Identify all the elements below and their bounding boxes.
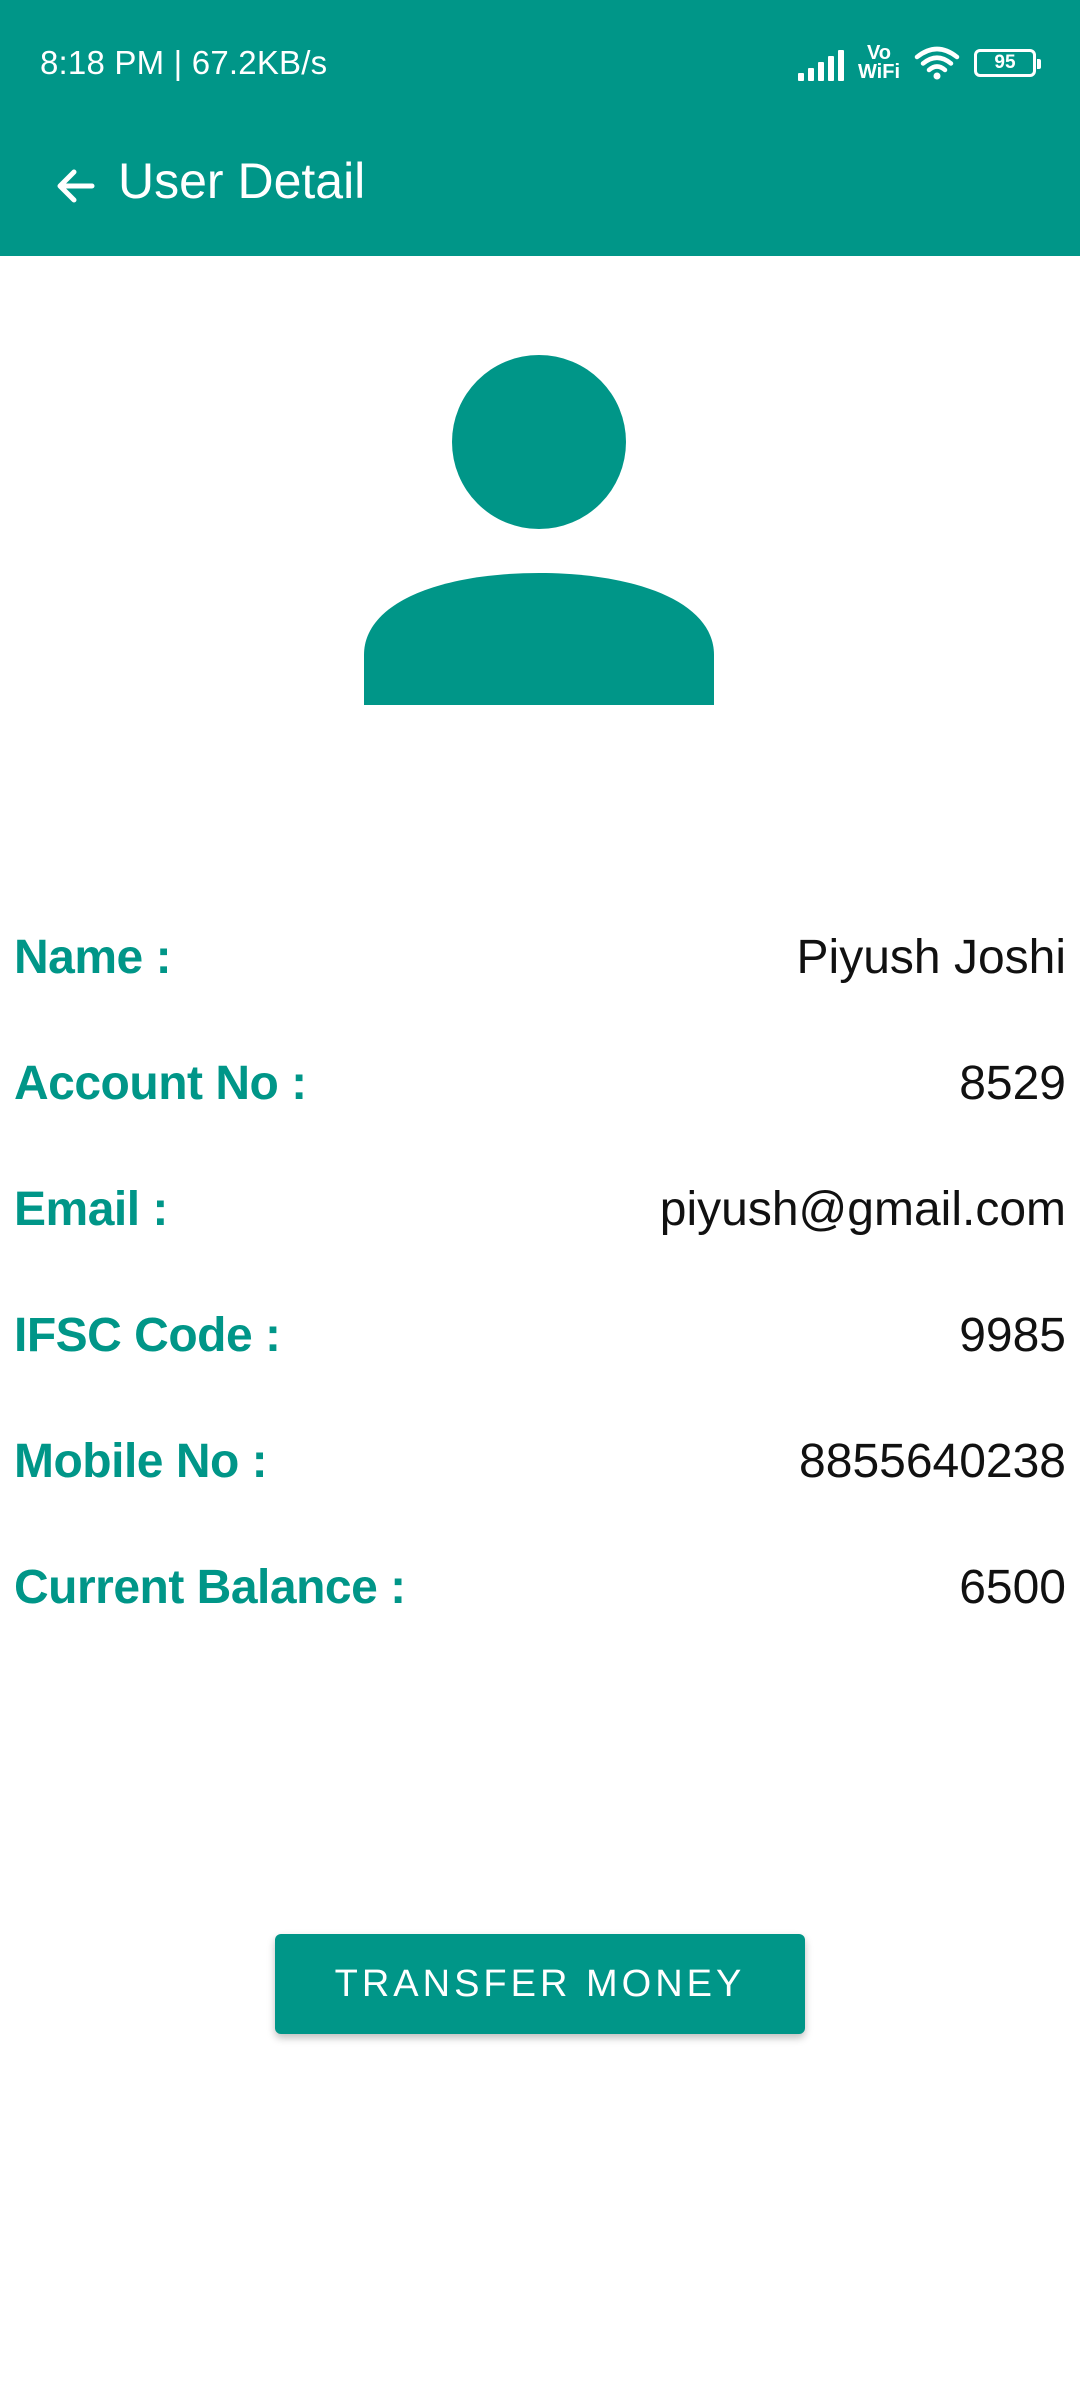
user-details: Name : Piyush Joshi Account No : 8529 Em… — [0, 930, 1080, 1686]
person-icon — [364, 355, 714, 705]
wifi-icon — [914, 46, 960, 80]
app-bar: 8:18 PM | 67.2KB/s Vo WiFi 95 User Detai… — [0, 0, 1080, 256]
vowifi-line2: WiFi — [857, 61, 900, 83]
detail-row-mobile: Mobile No : 8855640238 — [0, 1434, 1080, 1560]
mobile-value: 8855640238 — [799, 1435, 1066, 1488]
ifsc-value: 9985 — [959, 1309, 1066, 1362]
page-title: User Detail — [118, 153, 366, 209]
name-value: Piyush Joshi — [796, 931, 1066, 984]
detail-row-balance: Current Balance : 6500 — [0, 1560, 1080, 1686]
detail-row-name: Name : Piyush Joshi — [0, 930, 1080, 1056]
signal-icon — [797, 45, 844, 81]
email-value: piyush@gmail.com — [659, 1183, 1066, 1236]
status-bar: 8:18 PM | 67.2KB/s Vo WiFi 95 — [0, 0, 1080, 128]
back-button[interactable] — [46, 156, 106, 216]
status-time-speed: 8:18 PM | 67.2KB/s — [40, 44, 328, 81]
arrow-left-icon — [57, 169, 95, 203]
mobile-label: Mobile No : — [14, 1435, 268, 1488]
detail-row-account: Account No : 8529 — [0, 1056, 1080, 1182]
account-value: 8529 — [959, 1057, 1066, 1110]
ifsc-label: IFSC Code : — [14, 1309, 281, 1362]
email-label: Email : — [14, 1183, 168, 1236]
avatar — [364, 355, 714, 705]
toolbar: User Detail — [0, 128, 1080, 256]
detail-row-ifsc: IFSC Code : 9985 — [0, 1308, 1080, 1434]
battery-icon: 95 — [974, 49, 1041, 77]
transfer-money-button[interactable]: TRANSFER MONEY — [275, 1934, 805, 2034]
detail-row-email: Email : piyush@gmail.com — [0, 1182, 1080, 1308]
balance-value: 6500 — [959, 1561, 1066, 1614]
name-label: Name : — [14, 931, 172, 984]
vowifi-icon: Vo WiFi — [857, 43, 900, 83]
battery-level: 95 — [994, 52, 1016, 73]
status-icons: Vo WiFi 95 — [797, 40, 1041, 86]
account-label: Account No : — [14, 1057, 307, 1110]
balance-label: Current Balance : — [14, 1561, 406, 1614]
